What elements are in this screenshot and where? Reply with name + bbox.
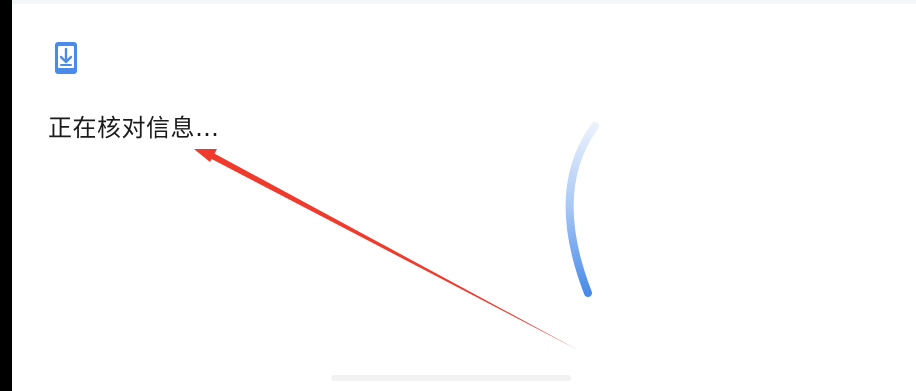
- verifying-info-text: 正在核对信息…: [48, 114, 220, 142]
- loading-spinner: [565, 122, 599, 297]
- red-annotation-arrow: [194, 149, 578, 350]
- home-indicator-bar[interactable]: [331, 375, 571, 381]
- phone-download-icon: [55, 42, 77, 74]
- left-screen-edge: [0, 0, 12, 391]
- app-screen: 正在核对信息…: [0, 0, 916, 391]
- top-status-strip: [12, 0, 916, 4]
